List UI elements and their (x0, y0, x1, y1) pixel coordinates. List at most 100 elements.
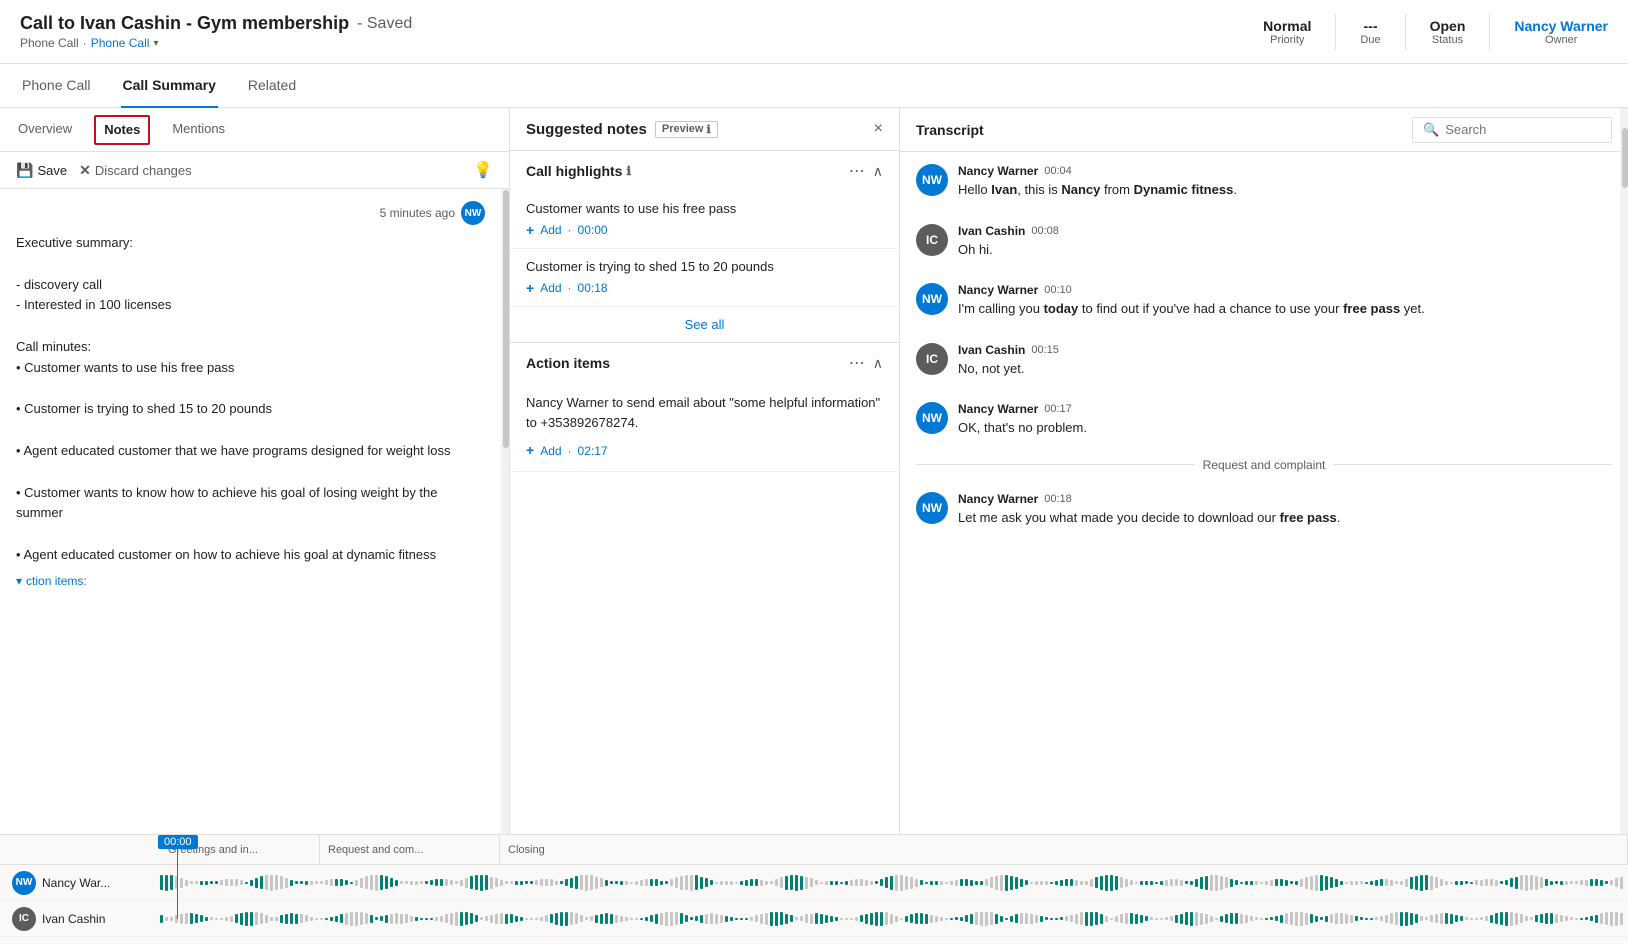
waveform-bar (915, 913, 918, 924)
waveform-bar (545, 915, 548, 922)
waveform-bar (1475, 880, 1478, 885)
waveform-avatar-ic: IC (12, 907, 36, 931)
waveform-bar (775, 912, 778, 926)
waveform-bar (530, 918, 533, 920)
waveform-bar (960, 917, 963, 921)
waveform-bar (1370, 918, 1373, 920)
subtitle-subtype[interactable]: Phone Call (91, 36, 150, 50)
subtab-notes[interactable]: Notes (94, 115, 150, 145)
waveform-bar (1105, 875, 1108, 891)
waveform-bar (525, 881, 528, 884)
waveform-bar (345, 880, 348, 885)
subtitle-dropdown-icon[interactable]: ▾ (153, 38, 158, 49)
highlight-add-row-1[interactable]: + Add · 00:00 (526, 222, 883, 238)
waveform-bar (430, 918, 433, 920)
collapse-button[interactable]: ▾ ction items: (16, 574, 485, 588)
waveform-bar (405, 914, 408, 923)
waveform-bar (1115, 916, 1118, 922)
waveform-bar (1365, 882, 1368, 884)
waveform-bar (590, 875, 593, 890)
action-items-more-icon[interactable]: ⋯ (849, 353, 865, 373)
waveform-bar (200, 881, 203, 885)
waveform-bar (750, 917, 753, 921)
owner-name[interactable]: Nancy Warner (1514, 18, 1608, 34)
waveform-bar (810, 878, 813, 887)
waveform-bar (445, 914, 448, 923)
waveform-bar (1055, 881, 1058, 885)
waveform-bar (480, 875, 483, 891)
transcript-body-4: Ivan Cashin 00:15 No, not yet. (958, 343, 1612, 379)
tab-phone-call[interactable]: Phone Call (20, 64, 93, 108)
waveform-bar (1230, 913, 1233, 924)
save-button[interactable]: 💾 Save (16, 162, 67, 179)
action-item-timestamp[interactable]: 02:17 (578, 442, 608, 460)
waveform-bar (1185, 912, 1188, 925)
left-panel: Overview Notes Mentions 💾 Save ✕ Discard… (0, 108, 510, 834)
action-item-add-row[interactable]: + Add · 02:17 (526, 440, 883, 461)
owner-meta: Nancy Warner Owner (1514, 18, 1608, 46)
waveform-bar (715, 882, 718, 884)
waveform-bar (640, 918, 643, 920)
highlight-text-2: Customer is trying to shed 15 to 20 poun… (526, 259, 883, 274)
search-input[interactable] (1445, 122, 1601, 137)
highlight-add-row-2[interactable]: + Add · 00:18 (526, 280, 883, 296)
middle-panel: Suggested notes Preview ℹ × Call highlig… (510, 108, 900, 834)
waveform-bar (920, 913, 923, 924)
waveform-bar (1070, 879, 1073, 886)
action-items-collapse-icon[interactable]: ∧ (873, 355, 883, 372)
tab-call-summary[interactable]: Call Summary (121, 64, 218, 108)
waveform-bar (350, 912, 353, 926)
waveform-bar (390, 914, 393, 924)
waveform-bar (1145, 881, 1148, 885)
waveform-bar (1085, 912, 1088, 926)
waveform-bar (1475, 918, 1478, 920)
subtab-overview[interactable]: Overview (16, 108, 74, 152)
info-icon: ℹ (706, 123, 710, 136)
timeline-marker-label: 00:00 (158, 835, 198, 849)
highlight-timestamp-2[interactable]: 00:18 (578, 281, 608, 295)
call-highlights-more-icon[interactable]: ⋯ (849, 161, 865, 181)
search-box[interactable]: 🔍 (1412, 117, 1612, 143)
waveform-bar (1335, 879, 1338, 887)
waveform-bar (295, 881, 298, 884)
waveform-bar (865, 880, 868, 886)
close-icon[interactable]: × (874, 120, 883, 138)
left-scrollbar[interactable] (501, 189, 509, 834)
waveform-avatar-nw: NW (12, 871, 36, 895)
waveform-bar (1215, 918, 1218, 920)
waveform-bar (255, 912, 258, 925)
notes-text-content[interactable]: Executive summary: - discovery call - In… (16, 233, 485, 566)
waveform-bar (415, 881, 418, 885)
waveform-bar (1175, 915, 1178, 923)
preview-badge[interactable]: Preview ℹ (655, 121, 718, 138)
call-highlights-actions: ⋯ ∧ (849, 161, 883, 181)
waveform-bar (820, 914, 823, 924)
timeline-marker-line (177, 849, 178, 919)
waveform-bar (1255, 917, 1258, 920)
waveform-bar (610, 914, 613, 924)
waveform-bar (1035, 881, 1038, 885)
transcript-entry-2: IC Ivan Cashin 00:08 Oh hi. (900, 212, 1628, 272)
highlight-timestamp-1[interactable]: 00:00 (578, 223, 608, 237)
call-highlights-collapse-icon[interactable]: ∧ (873, 163, 883, 180)
waveform-bar (1135, 914, 1138, 924)
transcript-body-5: Nancy Warner 00:17 OK, that's no problem… (958, 402, 1612, 438)
see-all-button[interactable]: See all (510, 307, 899, 343)
lightbulb-icon[interactable]: 💡 (473, 160, 493, 180)
waveform-bar (1295, 912, 1298, 926)
tab-related[interactable]: Related (246, 64, 298, 108)
discard-button[interactable]: ✕ Discard changes (79, 162, 192, 179)
waveform-bar (830, 881, 833, 885)
waveform-bar (570, 878, 573, 888)
waveform-bar (1085, 881, 1088, 885)
notes-content[interactable]: 5 minutes ago NW Executive summary: - di… (0, 189, 501, 834)
waveform-bar (650, 915, 653, 922)
waveform-bars-ivan (160, 905, 1628, 933)
waveform-bar (710, 913, 713, 924)
waveform-bar (820, 882, 823, 884)
waveform-bar (400, 881, 403, 884)
waveform-bar (445, 879, 448, 886)
waveform-bar (515, 916, 518, 922)
transcript-msg-5: OK, that's no problem. (958, 418, 1612, 438)
subtab-mentions[interactable]: Mentions (170, 108, 227, 152)
